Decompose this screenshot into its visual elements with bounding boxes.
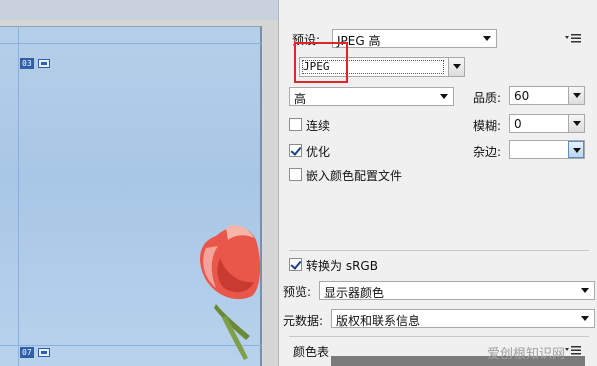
color-table-label[interactable]: 颜色表 bbox=[293, 343, 329, 360]
slice-id-top[interactable]: 03 bbox=[20, 58, 34, 69]
optimized-checkbox[interactable] bbox=[289, 144, 302, 157]
preset-dropdown[interactable]: JPEG 高 bbox=[332, 29, 497, 48]
blur-value: 0 bbox=[514, 117, 522, 131]
slice-guide-vertical bbox=[18, 26, 19, 366]
chevron-down-icon[interactable] bbox=[568, 115, 584, 132]
blur-field[interactable]: 0 bbox=[509, 114, 585, 133]
slice-image-icon bbox=[38, 59, 50, 68]
chevron-down-icon bbox=[438, 91, 450, 102]
compression-quality-value: 高 bbox=[294, 92, 307, 106]
chevron-down-icon bbox=[579, 285, 591, 296]
quality-label: 品质: bbox=[473, 91, 502, 105]
preview-label: 预览: bbox=[283, 285, 312, 299]
section-divider bbox=[289, 336, 589, 337]
slice-image-icon bbox=[38, 348, 50, 357]
matte-label: 杂边: bbox=[473, 145, 502, 159]
watermark-text: 爱创根知识网 bbox=[487, 347, 566, 362]
progressive-checkbox[interactable] bbox=[289, 118, 302, 131]
embed-color-profile-checkbox[interactable] bbox=[289, 168, 302, 181]
progressive-label: 连续 bbox=[306, 119, 331, 133]
embed-color-profile-label: 嵌入颜色配置文件 bbox=[306, 169, 403, 183]
image-preview-area[interactable]: 03 07 bbox=[0, 0, 278, 366]
optimize-settings-panel: 预设: JPEG 高 JPEG 高 品质: 60 连续 模糊: 0 优化 杂边: bbox=[278, 0, 597, 366]
chevron-down-icon[interactable] bbox=[568, 141, 584, 158]
red-highlight-box bbox=[294, 42, 348, 83]
chevron-down-icon bbox=[448, 58, 464, 76]
panel-menu-icon[interactable] bbox=[564, 345, 582, 355]
optimized-label: 优化 bbox=[306, 145, 331, 159]
metadata-value: 版权和联系信息 bbox=[336, 314, 421, 328]
preview-top-strip bbox=[0, 0, 278, 20]
matte-field[interactable] bbox=[509, 140, 585, 159]
preview-dropdown[interactable]: 显示器颜色 bbox=[319, 281, 595, 300]
preview-value: 显示器颜色 bbox=[324, 286, 385, 300]
quality-field[interactable]: 60 bbox=[509, 86, 585, 105]
slice-guide-horizontal-top bbox=[0, 43, 262, 44]
metadata-label: 元数据: bbox=[283, 314, 324, 328]
tulip-flower-image bbox=[200, 225, 261, 360]
chevron-down-icon[interactable] bbox=[568, 87, 584, 104]
chevron-down-icon bbox=[579, 313, 591, 324]
blur-label: 模糊: bbox=[473, 119, 502, 133]
compression-quality-dropdown[interactable]: 高 bbox=[289, 87, 454, 106]
metadata-dropdown[interactable]: 版权和联系信息 bbox=[331, 309, 595, 328]
convert-srgb-checkbox[interactable] bbox=[289, 258, 302, 271]
section-divider bbox=[289, 250, 589, 251]
convert-srgb-label: 转换为 sRGB bbox=[306, 259, 378, 273]
panel-menu-icon[interactable] bbox=[564, 33, 582, 43]
quality-value: 60 bbox=[514, 89, 530, 103]
chevron-down-icon bbox=[481, 33, 493, 44]
slice-id-bottom[interactable]: 07 bbox=[20, 347, 34, 358]
